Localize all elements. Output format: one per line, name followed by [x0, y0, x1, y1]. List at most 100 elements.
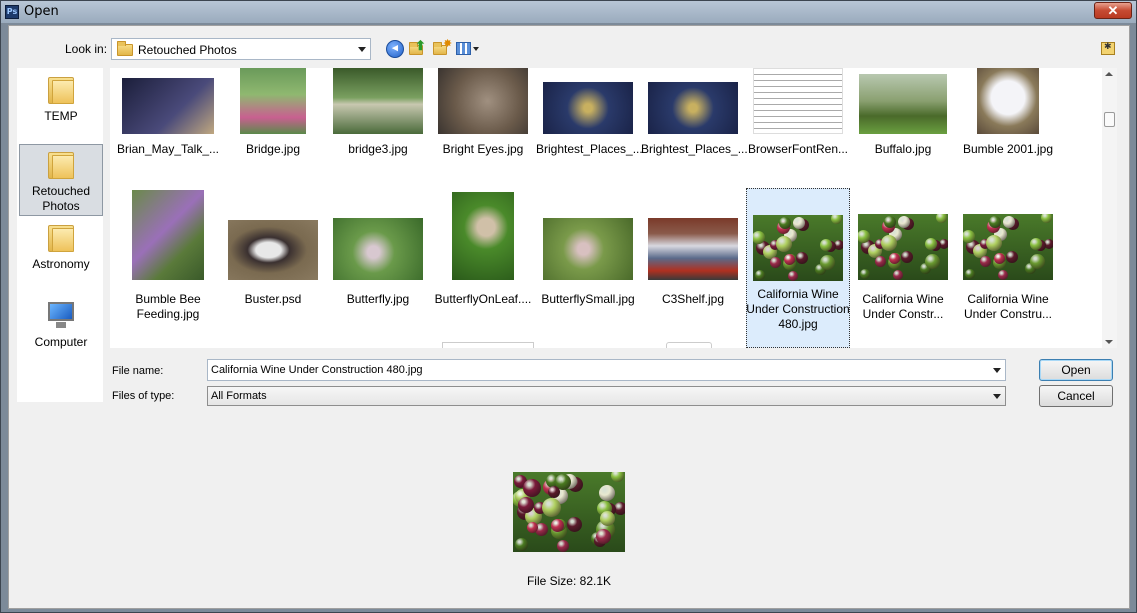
file-thumbnail [753, 215, 843, 281]
file-thumbnail-partial [442, 342, 534, 348]
window-title: Open [24, 4, 59, 19]
file-thumbnail [228, 220, 318, 280]
places-bar: TEMP Retouched Photos Astronomy Computer [17, 68, 103, 402]
grape-decoration [596, 529, 611, 544]
grape-decoration [542, 498, 561, 517]
file-thumbnail [858, 214, 948, 280]
grape-decoration [1003, 216, 1015, 228]
grape-decoration [599, 485, 615, 501]
grape-decoration [901, 251, 913, 263]
file-item[interactable]: BrowserFontRen... [746, 68, 850, 164]
file-type-label: Files of type: [112, 390, 175, 402]
place-temp[interactable]: TEMP [19, 74, 103, 126]
file-thumbnail [122, 78, 214, 134]
file-name: Bumble 2001.jpg [962, 142, 1054, 156]
file-item[interactable]: ButterflyOnLeaf.... [431, 188, 535, 348]
place-label: Retouched Photos [31, 184, 91, 213]
grape-decoration [875, 256, 886, 267]
look-in-label: Look in: [65, 42, 108, 56]
file-item[interactable]: California Wine Under Constr... [851, 188, 955, 348]
file-size-text: File Size: 82.1K [526, 574, 612, 588]
folder-icon [48, 222, 74, 252]
folder-options-icon[interactable] [1101, 41, 1115, 55]
grape-decoration [1030, 254, 1045, 269]
file-name: Brian_May_Talk_... [116, 142, 220, 156]
chevron-down-icon [358, 47, 366, 52]
place-astronomy[interactable]: Astronomy [19, 222, 103, 274]
look-in-dropdown[interactable]: Retouched Photos [111, 38, 371, 60]
file-item[interactable]: Bumble 2001.jpg [956, 68, 1060, 164]
file-item[interactable]: Bumble Bee Feeding.jpg [116, 188, 220, 348]
file-name: C3Shelf.jpg [661, 292, 725, 306]
chevron-down-icon[interactable] [993, 368, 1001, 373]
file-name: Bright Eyes.jpg [442, 142, 524, 156]
view-menu-icon[interactable] [456, 40, 482, 58]
grape-decoration [788, 271, 798, 281]
grape-decoration [998, 270, 1008, 280]
cancel-button[interactable]: Cancel [1039, 385, 1113, 407]
file-name: Bridge.jpg [245, 142, 301, 156]
place-label: Computer [34, 335, 88, 349]
file-name-input[interactable]: California Wine Under Construction 480.j… [207, 359, 1006, 381]
file-type-dropdown[interactable]: All Formats [207, 386, 1006, 406]
file-item[interactable]: Brightest_Places_... [641, 68, 748, 164]
file-item[interactable]: California Wine Under Constru... [956, 188, 1060, 348]
file-item[interactable]: Bright Eyes.jpg [431, 68, 535, 164]
place-retouched-photos[interactable]: Retouched Photos [19, 144, 103, 216]
title-bar[interactable]: Ps Open ✕ [1, 1, 1136, 23]
file-item[interactable]: ButterflySmall.jpg [536, 188, 640, 348]
file-name: Brightest_Places_... [536, 142, 643, 156]
grape-decoration [755, 270, 765, 280]
folder-icon [117, 41, 133, 56]
file-list-scrollbar[interactable] [1102, 68, 1117, 348]
up-folder-icon[interactable]: ⬆ [409, 38, 427, 58]
file-item[interactable]: Buster.psd [221, 188, 325, 348]
file-item[interactable]: Buffalo.jpg [851, 68, 955, 164]
file-list[interactable]: Brian_May_Talk_... Bridge.jpg bridge3.jp… [110, 68, 1112, 348]
grape-decoration [567, 517, 582, 532]
grape-decoration [831, 215, 842, 224]
grape-decoration [796, 252, 808, 264]
grape-decoration [898, 216, 910, 228]
new-folder-icon[interactable]: ✸ [433, 38, 452, 58]
grape-decoration [784, 254, 795, 265]
file-item[interactable]: bridge3.jpg [326, 68, 430, 164]
preview-image [513, 472, 625, 552]
chevron-down-icon [993, 394, 1001, 399]
file-item[interactable]: C3Shelf.jpg [641, 188, 745, 348]
scroll-up-icon[interactable] [1105, 72, 1113, 76]
grape-decoration [557, 540, 569, 552]
file-name: Butterfly.jpg [346, 292, 410, 306]
file-item[interactable]: Butterfly.jpg [326, 188, 430, 348]
open-button[interactable]: Open [1039, 359, 1113, 381]
file-name: Buster.psd [244, 292, 302, 306]
folder-icon [48, 74, 74, 104]
file-thumbnail [132, 190, 204, 280]
file-item-selected[interactable]: California Wine Under Construction 480.j… [746, 188, 850, 348]
file-thumbnail [240, 68, 306, 134]
grape-decoration [980, 256, 991, 267]
scrollbar-thumb[interactable] [1104, 112, 1115, 127]
dialog-body: Look in: Retouched Photos ◂ ⬆ ✸ TEMP Ret… [8, 25, 1130, 609]
file-thumbnail [452, 192, 514, 280]
grape-decoration [518, 497, 534, 513]
file-item[interactable]: Brian_May_Talk_... [116, 68, 220, 164]
back-icon[interactable]: ◂ [386, 40, 404, 58]
grape-decoration [889, 253, 900, 264]
file-name: BrowserFontRen... [747, 142, 849, 156]
place-computer[interactable]: Computer [19, 300, 103, 352]
file-item[interactable]: Brightest_Places_... [536, 68, 643, 164]
file-name: California Wine Under Constr... [862, 292, 944, 321]
grape-decoration [925, 254, 940, 269]
file-thumbnail [543, 218, 633, 280]
file-name: Bumble Bee Feeding.jpg [135, 292, 201, 321]
grape-decoration [994, 253, 1005, 264]
file-type-value: All Formats [211, 390, 267, 402]
grape-decoration [884, 216, 896, 228]
file-thumbnail [753, 68, 843, 134]
scroll-down-icon[interactable] [1105, 340, 1113, 344]
grape-decoration [527, 522, 538, 533]
close-button[interactable]: ✕ [1094, 2, 1132, 19]
grape-decoration [611, 472, 624, 482]
file-item[interactable]: Bridge.jpg [221, 68, 325, 164]
